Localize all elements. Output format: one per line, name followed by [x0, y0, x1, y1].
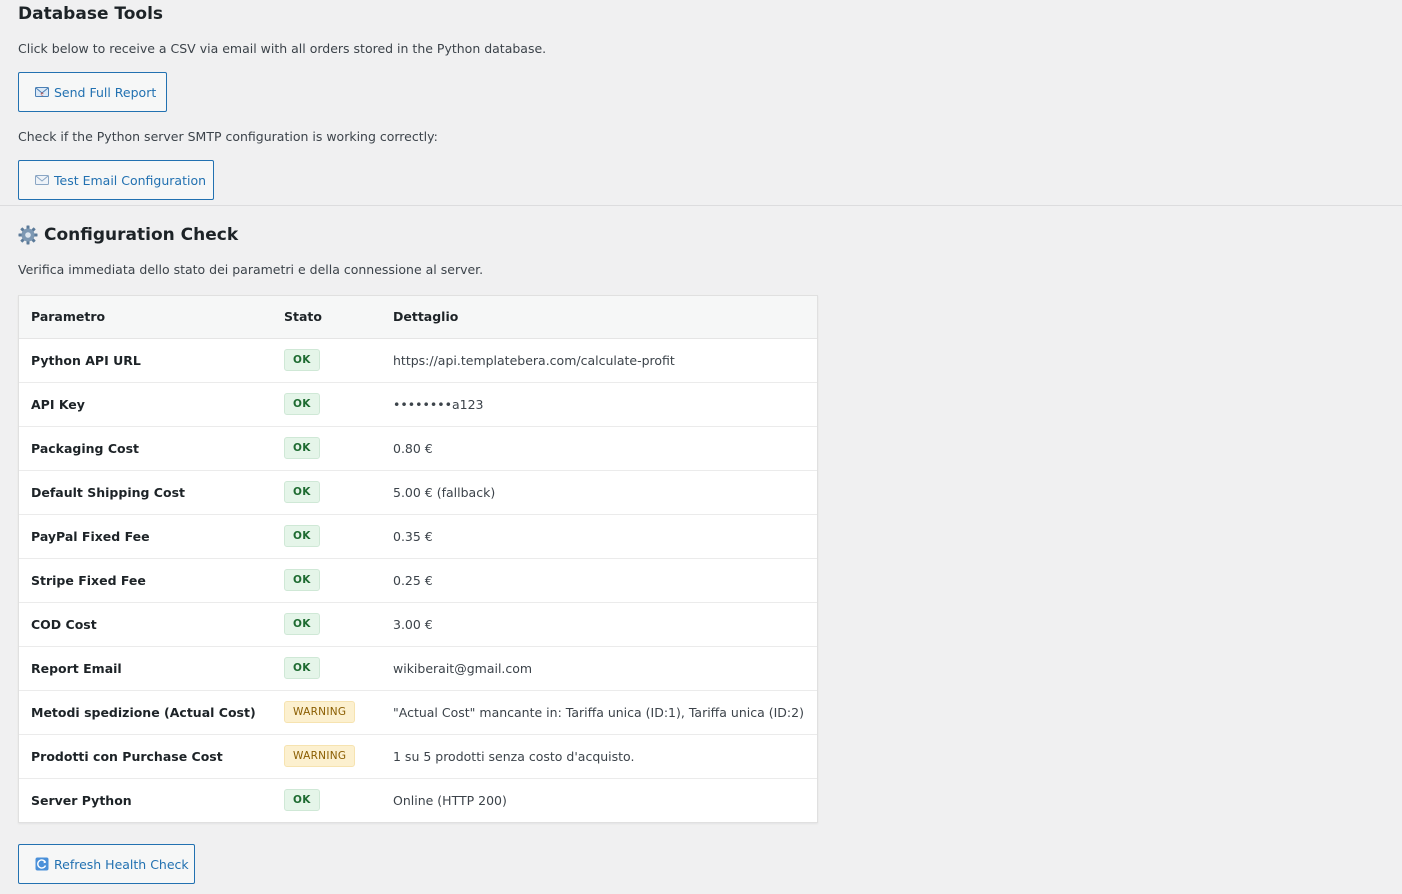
send-full-report-button[interactable]: e Send Full Report [18, 72, 167, 112]
page: Database Tools Click below to receive a … [0, 0, 1402, 894]
row-detail: 5.00 € (fallback) [393, 484, 496, 500]
smtp-description: Check if the Python server SMTP configur… [18, 129, 438, 144]
row-detail: 3.00 € [393, 616, 433, 632]
table-row: Metodi spedizione (Actual Cost) WARNING … [19, 690, 817, 734]
status-badge: OK [284, 349, 320, 371]
configuration-table-card: Parametro Stato Dettaglio Python API URL… [18, 295, 818, 823]
table-row: API Key OK ••••••••a123 [19, 382, 817, 426]
status-badge: OK [284, 481, 320, 503]
status-badge: OK [284, 525, 320, 547]
row-parameter: Python API URL [31, 352, 141, 368]
row-detail: 0.35 € [393, 528, 433, 544]
section-divider [0, 205, 1402, 206]
table-header-row: Parametro Stato Dettaglio [19, 296, 817, 339]
row-detail: Online (HTTP 200) [393, 792, 507, 808]
refresh-health-check-label: Refresh Health Check [54, 856, 189, 872]
row-detail: 1 su 5 prodotti senza costo d'acquisto. [393, 748, 635, 764]
svg-text:e: e [40, 92, 43, 98]
status-badge: WARNING [284, 701, 356, 723]
gear-icon [18, 225, 38, 245]
email-icon: e [35, 85, 49, 99]
table-row: PayPal Fixed Fee OK 0.35 € [19, 514, 817, 558]
row-parameter: Default Shipping Cost [31, 484, 185, 500]
row-detail: https://api.templatebera.com/calculate-p… [393, 352, 675, 368]
row-parameter: COD Cost [31, 616, 97, 632]
column-header-parametro: Parametro [19, 296, 272, 339]
configuration-table: Parametro Stato Dettaglio Python API URL… [19, 296, 817, 822]
table-row: Default Shipping Cost OK 5.00 € (fallbac… [19, 470, 817, 514]
status-badge: WARNING [284, 745, 356, 767]
column-header-stato: Stato [272, 296, 381, 339]
row-detail: 0.80 € [393, 440, 433, 456]
row-parameter: PayPal Fixed Fee [31, 528, 150, 544]
column-header-dettaglio: Dettaglio [381, 296, 817, 339]
table-row: Packaging Cost OK 0.80 € [19, 426, 817, 470]
test-email-configuration-button[interactable]: Test Email Configuration [18, 160, 214, 200]
row-detail: ••••••••a123 [393, 396, 484, 412]
status-badge: OK [284, 569, 320, 591]
report-description: Click below to receive a CSV via email w… [18, 41, 547, 56]
table-row: Stripe Fixed Fee OK 0.25 € [19, 558, 817, 602]
status-badge: OK [284, 393, 320, 415]
envelope-icon [35, 173, 49, 187]
row-parameter: Metodi spedizione (Actual Cost) [31, 704, 256, 720]
status-badge: OK [284, 657, 320, 679]
table-row: Report Email OK wikiberait@gmail.com [19, 646, 817, 690]
row-parameter: Prodotti con Purchase Cost [31, 748, 223, 764]
row-parameter: Packaging Cost [31, 440, 140, 456]
status-badge: OK [284, 613, 320, 635]
configuration-check-title: Configuration Check [18, 223, 238, 247]
configuration-check-title-text: Configuration Check [44, 225, 239, 245]
status-badge: OK [284, 789, 320, 812]
refresh-icon [35, 857, 49, 871]
row-detail: wikiberait@gmail.com [393, 660, 533, 676]
row-detail: "Actual Cost" mancante in: Tariffa unica… [393, 704, 804, 720]
row-parameter: Report Email [31, 660, 122, 676]
row-detail: 0.25 € [393, 572, 433, 588]
table-row: Server Python OK Online (HTTP 200) [19, 778, 817, 822]
database-tools-title: Database Tools [18, 4, 164, 24]
table-row: Prodotti con Purchase Cost WARNING 1 su … [19, 734, 817, 778]
row-parameter: Server Python [31, 792, 132, 808]
refresh-health-check-button[interactable]: Refresh Health Check [18, 844, 195, 884]
table-row: Python API URL OK https://api.templatebe… [19, 338, 817, 382]
row-parameter: Stripe Fixed Fee [31, 572, 146, 588]
send-full-report-label: Send Full Report [54, 84, 157, 100]
test-email-configuration-label: Test Email Configuration [54, 172, 207, 188]
table-row: COD Cost OK 3.00 € [19, 602, 817, 646]
status-badge: OK [284, 437, 320, 459]
row-parameter: API Key [31, 396, 85, 412]
configuration-check-description: Verifica immediata dello stato dei param… [18, 262, 484, 277]
